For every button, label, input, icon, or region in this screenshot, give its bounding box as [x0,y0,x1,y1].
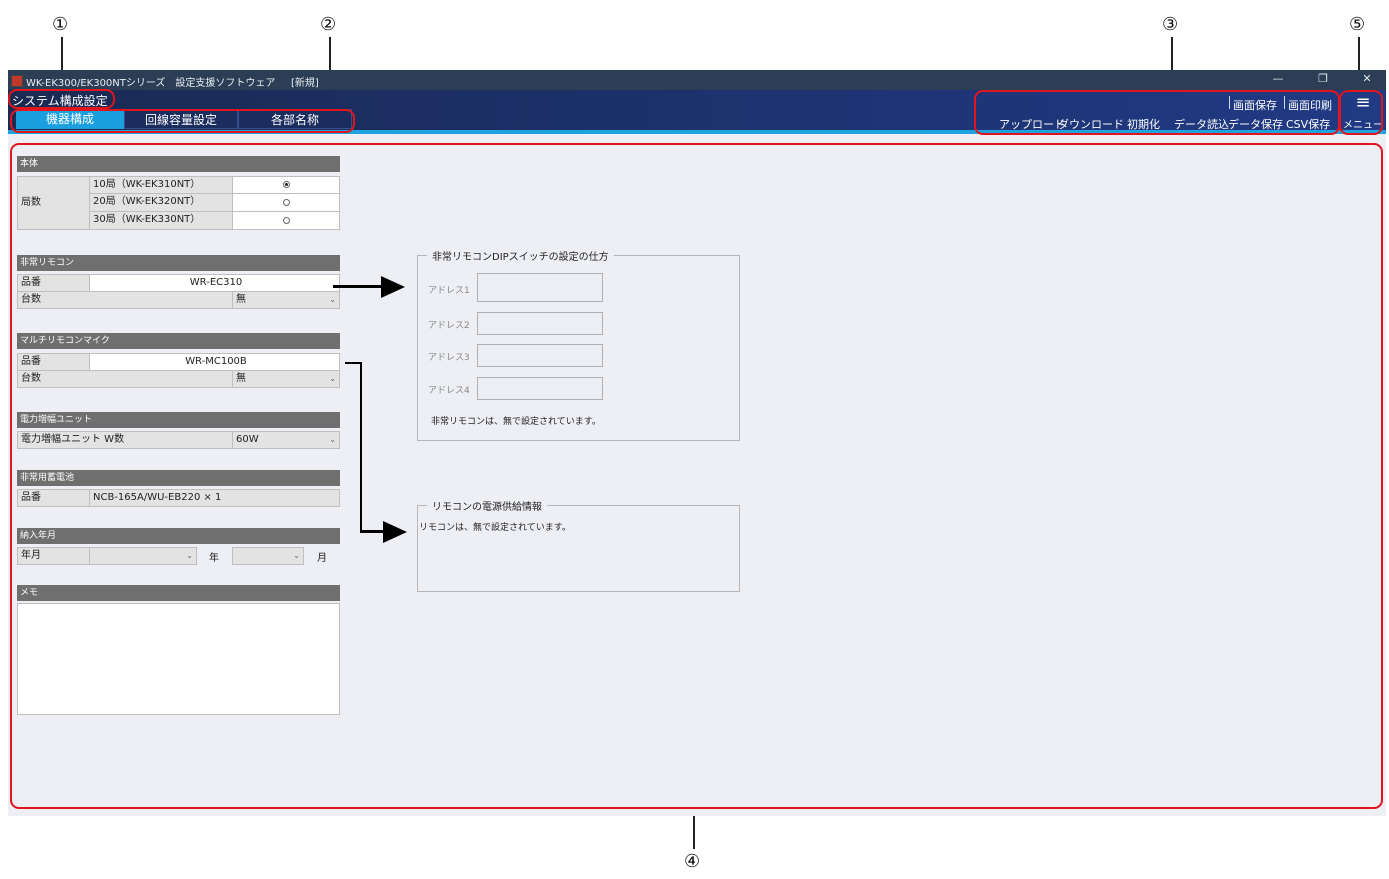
delivery-label: 年月 [17,547,90,565]
multi-count-select[interactable]: 無 ⌄ [232,370,340,388]
address-4-box [477,377,603,400]
amp-wattage-label: 電力増幅ユニット W数 [17,431,233,449]
window-status: [新規] [291,78,319,89]
option-cell-10[interactable] [232,176,340,194]
multi-count-value: 無 [236,373,246,384]
option-cell-20[interactable] [232,193,340,212]
main-content: 本体 局数 10局（WK-EK310NT） 20局（WK-EK320NT） 30… [8,134,1386,816]
emergency-model-label: 品番 [17,274,90,292]
amp-wattage-value: 60W [236,434,259,445]
chevron-down-icon: ⌄ [186,551,193,560]
radio-20-stations[interactable] [283,199,290,206]
section-header-battery: 非常用蓄電池 [17,470,340,486]
multi-model-value: WR-MC100B [89,353,340,371]
year-unit: 年 [209,553,219,564]
battery-model-value: NCB-165A/WU-EB220 × 1 [89,489,340,507]
tab-part-names[interactable]: 各部名称 [238,109,352,129]
arrow-line-top [333,285,383,288]
emergency-count-select[interactable]: 無 ⌄ [232,291,340,309]
month-select[interactable]: ⌄ [232,547,304,565]
tab-line-capacity[interactable]: 回線容量設定 [124,109,238,129]
option-cell-30[interactable] [232,211,340,230]
tab-device-config[interactable]: 機器構成 [16,109,124,129]
emergency-model-value: WR-EC310 [89,274,340,292]
callout-3: ③ [1162,14,1179,35]
address-2-label: アドレス2 [428,321,470,331]
callout-1: ① [52,14,69,35]
address-1-label: アドレス1 [428,286,470,296]
radio-10-stations[interactable] [283,181,290,188]
section-header-delivery: 納入年月 [17,528,340,544]
restore-icon[interactable]: ❐ [1311,72,1335,88]
power-supply-note: リモコンは、無で設定されています。 [419,523,571,533]
chevron-down-icon: ⌄ [329,374,336,383]
minimize-icon[interactable]: — [1266,72,1290,88]
address-2-box [477,312,603,335]
station-count-label: 局数 [17,176,90,230]
dip-switch-group-title: 非常リモコンDIPスイッチの設定の仕方 [427,248,614,263]
memo-textarea[interactable] [17,603,340,715]
address-3-box [477,344,603,367]
section-header-main-unit: 本体 [17,156,340,172]
multi-model-label: 品番 [17,353,90,371]
address-3-label: アドレス3 [428,353,470,363]
address-1-box [477,273,603,302]
section-header-emergency-remote: 非常リモコン [17,255,340,271]
toolbar-separator [1284,96,1285,109]
menu-button[interactable]: ≡ メニュー [1342,92,1384,131]
screen-print-button[interactable]: 画面印刷 [1288,97,1332,113]
emergency-count-value: 無 [236,294,246,305]
window-titlebar: WK-EK300/EK300NTシリーズ 設定支援ソフトウェア [新規] — ❐… [8,70,1386,90]
section-header-memo: メモ [17,585,340,601]
callout-2: ② [320,14,337,35]
section-header-amp-unit: 電力増幅ユニット [17,412,340,428]
chevron-down-icon: ⌄ [329,295,336,304]
arrow-head-right-icon [383,521,407,543]
month-unit: 月 [317,553,327,564]
chevron-down-icon: ⌄ [329,435,336,444]
callout-4: ④ [684,851,701,872]
option-label-30: 30局（WK-EK330NT） [89,211,233,230]
hamburger-icon: ≡ [1355,92,1371,113]
radio-30-stations[interactable] [283,217,290,224]
chevron-down-icon: ⌄ [293,551,300,560]
arrow-head-right-icon [381,276,405,298]
option-label-20: 20局（WK-EK320NT） [89,193,233,212]
dip-switch-note: 非常リモコンは、無で設定されています。 [431,417,601,427]
system-name: システム構成設定 [12,94,108,108]
screen-save-button[interactable]: 画面保存 [1233,97,1277,113]
arrow-line-bottom [360,530,385,533]
battery-model-label: 品番 [17,489,90,507]
app-icon [11,75,23,87]
option-label-10: 10局（WK-EK310NT） [89,176,233,194]
power-supply-group-title: リモコンの電源供給情報 [427,498,547,513]
toolbar-separator [1338,96,1339,109]
app-header: システム構成設定 機器構成 回線容量設定 各部名称 画面保存 画面印刷 アップロ… [8,90,1386,131]
address-4-label: アドレス4 [428,386,470,396]
callout-5: ⑤ [1349,14,1366,35]
emergency-count-label: 台数 [17,291,233,309]
close-icon[interactable]: ✕ [1355,72,1379,88]
toolbar-separator [1229,96,1230,109]
power-supply-group [417,505,740,592]
section-header-multi-remote: マルチリモコンマイク [17,333,340,349]
arrow-connector-vertical [360,362,362,532]
window-title: WK-EK300/EK300NTシリーズ 設定支援ソフトウェア [26,78,276,89]
amp-wattage-select[interactable]: 60W ⌄ [232,431,340,449]
menu-label: メニュー [1343,120,1383,131]
multi-count-label: 台数 [17,370,233,388]
year-select[interactable]: ⌄ [89,547,197,565]
